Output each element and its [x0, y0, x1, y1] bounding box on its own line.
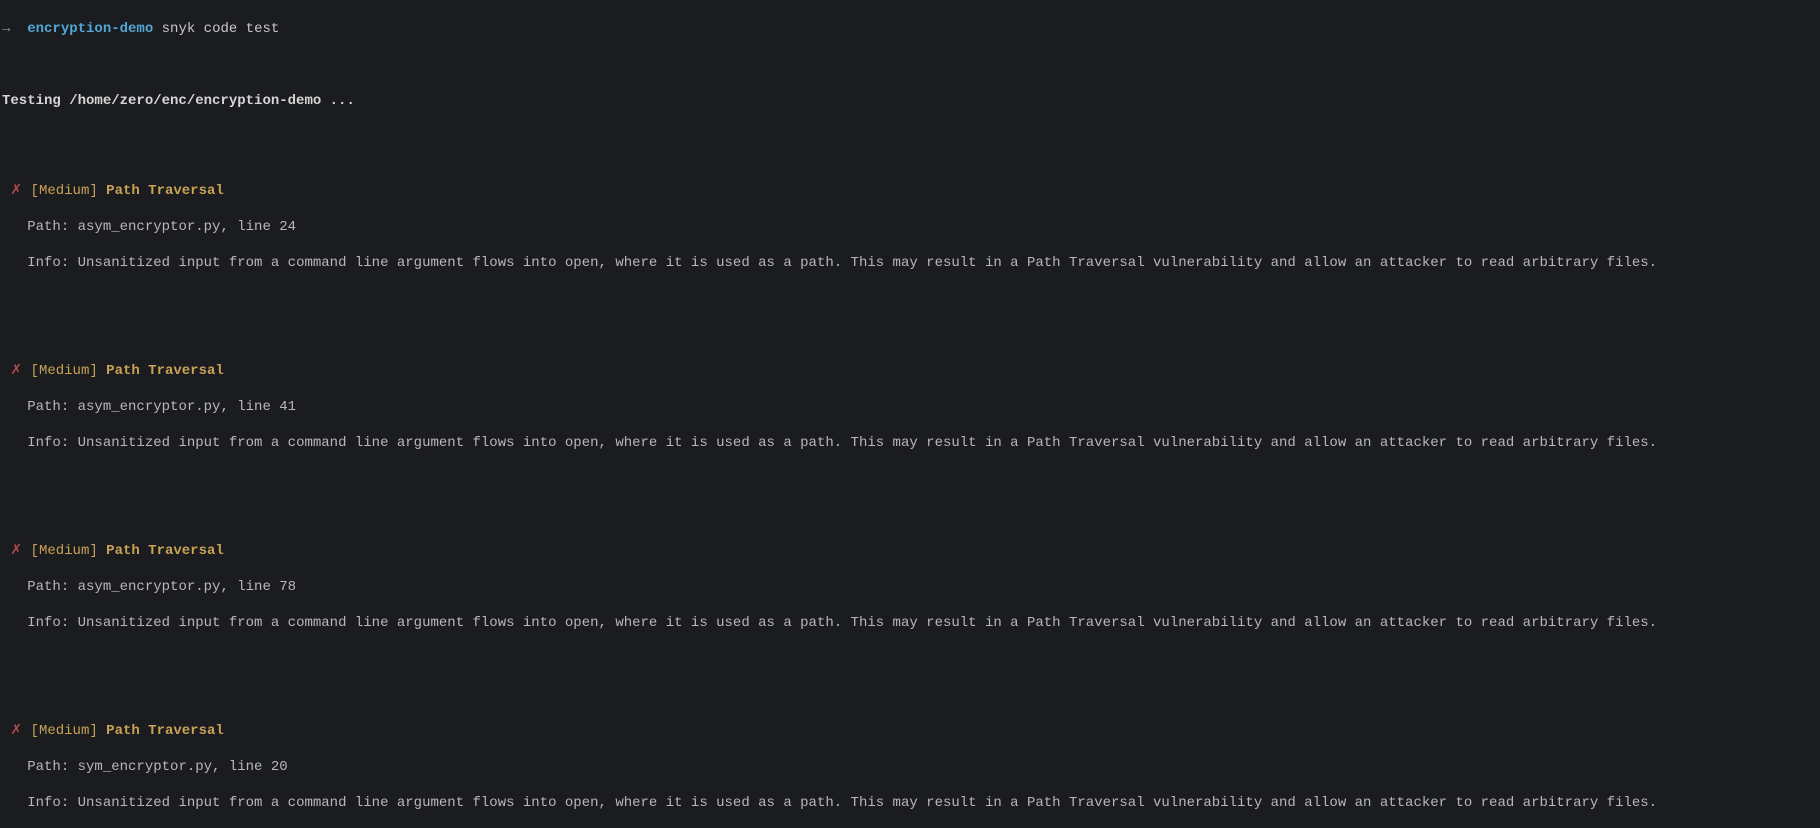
issue-info: Info: Unsanitized input from a command l… — [2, 794, 1818, 812]
testing-line: Testing /home/zero/enc/encryption-demo .… — [2, 92, 1818, 110]
issue-block: ✗ [Medium] Path Traversal Path: asym_enc… — [2, 164, 1818, 290]
issue-path: Path: asym_encryptor.py, line 41 — [2, 398, 1818, 416]
fail-icon: ✗ — [10, 723, 22, 739]
vulnerability-title: Path Traversal — [106, 363, 224, 379]
severity-badge: [Medium] — [31, 543, 98, 559]
issue-path: Path: asym_encryptor.py, line 78 — [2, 578, 1818, 596]
prompt-directory: encryption-demo — [27, 21, 153, 37]
issue-info: Info: Unsanitized input from a command l… — [2, 254, 1818, 272]
severity-badge: [Medium] — [31, 363, 98, 379]
fail-icon: ✗ — [10, 543, 22, 559]
issue-path: Path: sym_encryptor.py, line 20 — [2, 758, 1818, 776]
severity-badge: [Medium] — [31, 723, 98, 739]
command-text: snyk code test — [162, 21, 280, 37]
severity-badge: [Medium] — [31, 183, 98, 199]
vulnerability-title: Path Traversal — [106, 723, 224, 739]
prompt-line[interactable]: → encryption-demo snyk code test — [2, 20, 1818, 38]
vulnerability-title: Path Traversal — [106, 183, 224, 199]
vulnerability-title: Path Traversal — [106, 543, 224, 559]
issue-info: Info: Unsanitized input from a command l… — [2, 614, 1818, 632]
fail-icon: ✗ — [10, 183, 22, 199]
issue-block: ✗ [Medium] Path Traversal Path: sym_encr… — [2, 704, 1818, 828]
terminal-output: → encryption-demo snyk code test Testing… — [0, 0, 1820, 828]
issue-block: ✗ [Medium] Path Traversal Path: asym_enc… — [2, 344, 1818, 470]
issue-block: ✗ [Medium] Path Traversal Path: asym_enc… — [2, 524, 1818, 650]
fail-icon: ✗ — [10, 363, 22, 379]
prompt-arrow-icon: → — [2, 21, 10, 37]
issue-path: Path: asym_encryptor.py, line 24 — [2, 218, 1818, 236]
issue-info: Info: Unsanitized input from a command l… — [2, 434, 1818, 452]
